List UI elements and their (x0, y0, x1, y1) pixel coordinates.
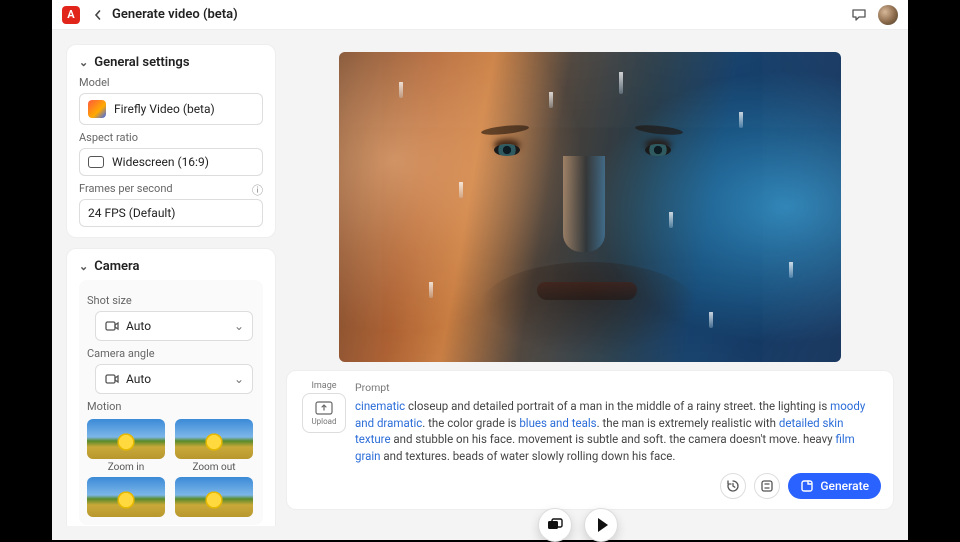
image-upload-header: Image (299, 381, 349, 391)
model-icon (88, 100, 106, 118)
image-compare-icon (547, 518, 563, 532)
chevron-down-icon: ⌄ (79, 260, 88, 273)
floating-controls (538, 508, 618, 542)
upload-caption: Upload (311, 417, 336, 426)
fps-selector[interactable]: 24 FPS (Default) (79, 199, 263, 227)
fps-label: Frames per second ⓘ (79, 182, 263, 195)
prompt-card: Image Upload Prompt cinematic closeup an… (286, 370, 894, 510)
play-button[interactable] (584, 508, 618, 542)
prompt-actions: Generate (299, 473, 881, 499)
back-button[interactable] (88, 5, 108, 25)
camera-angle-selector[interactable]: Auto ⌄ (95, 364, 253, 394)
generate-button[interactable]: Generate (788, 473, 881, 499)
brand-logo: A (62, 6, 80, 24)
aspect-ratio-selector[interactable]: Widescreen (16:9) (79, 148, 263, 176)
shot-size-selector[interactable]: Auto ⌄ (95, 311, 253, 341)
history-icon (726, 479, 740, 493)
camera-angle-label: Camera angle (87, 347, 255, 360)
motion-option[interactable] (175, 477, 253, 517)
upload-button[interactable]: Upload (302, 393, 346, 433)
motion-zoom-in[interactable]: Zoom in (87, 419, 165, 473)
motion-thumb-image (175, 477, 253, 517)
motion-thumbs-row2 (87, 477, 255, 517)
model-value: Firefly Video (beta) (114, 102, 215, 116)
settings-sidebar: ⌄ General settings Model Firefly Video (… (66, 44, 276, 526)
compare-button[interactable] (538, 508, 572, 542)
motion-zoom-out[interactable]: Zoom out (175, 419, 253, 473)
image-upload-section: Image Upload (299, 381, 349, 465)
video-preview[interactable] (339, 52, 841, 362)
motion-option[interactable] (87, 477, 165, 517)
camera-angle-value: Auto (126, 372, 151, 386)
user-avatar[interactable] (878, 5, 898, 25)
motion-thumb-image (175, 419, 253, 459)
widescreen-icon (88, 156, 104, 168)
generate-label: Generate (820, 479, 869, 493)
motion-thumbs: Zoom in Zoom out (87, 419, 255, 473)
prompt-text[interactable]: cinematic closeup and detailed portrait … (355, 398, 881, 465)
main-area: Image Upload Prompt cinematic closeup an… (286, 44, 894, 540)
camera-panel: ⌄ Camera Shot size Auto ⌄ Camera angle (66, 248, 276, 526)
aspect-ratio-value: Widescreen (16:9) (112, 155, 209, 169)
info-icon[interactable]: ⓘ (252, 182, 263, 198)
chevron-left-icon (93, 10, 103, 20)
feedback-button[interactable] (848, 4, 870, 26)
model-selector[interactable]: Firefly Video (beta) (79, 93, 263, 125)
motion-thumb-image (87, 419, 165, 459)
model-label: Model (79, 76, 263, 89)
shot-size-value: Auto (126, 319, 151, 333)
play-icon (598, 518, 608, 532)
motion-label: Motion (87, 400, 255, 413)
shot-size-label: Shot size (87, 294, 255, 307)
motion-thumb-caption: Zoom out (175, 462, 253, 473)
camera-icon (104, 318, 120, 334)
settings-toggle-button[interactable] (754, 473, 780, 499)
camera-header[interactable]: ⌄ Camera (79, 259, 263, 274)
fps-value: 24 FPS (Default) (88, 206, 175, 220)
camera-subpanel: Shot size Auto ⌄ Camera angle Auto (79, 280, 263, 525)
app-window: A Generate video (beta) ⌄ General settin… (52, 0, 908, 540)
general-settings-panel: ⌄ General settings Model Firefly Video (… (66, 44, 276, 238)
camera-title: Camera (94, 259, 139, 274)
motion-thumb-image (87, 477, 165, 517)
topbar: A Generate video (beta) (52, 0, 908, 30)
upload-icon (315, 401, 333, 415)
prompt-label: Prompt (355, 381, 881, 394)
content-body: ⌄ General settings Model Firefly Video (… (52, 30, 908, 540)
page-title: Generate video (beta) (112, 7, 238, 22)
speech-bubble-icon (851, 7, 867, 23)
motion-thumb-caption: Zoom in (87, 462, 165, 473)
chevron-down-icon: ⌄ (234, 372, 244, 386)
general-settings-header[interactable]: ⌄ General settings (79, 55, 263, 70)
prompt-body: Prompt cinematic closeup and detailed po… (355, 381, 881, 465)
camera-icon (104, 371, 120, 387)
history-button[interactable] (720, 473, 746, 499)
chevron-down-icon: ⌄ (234, 319, 244, 333)
general-settings-title: General settings (94, 55, 189, 70)
chevron-down-icon: ⌄ (79, 56, 88, 69)
generate-icon (800, 479, 814, 493)
aspect-ratio-label: Aspect ratio (79, 131, 263, 144)
sliders-icon (760, 479, 774, 493)
